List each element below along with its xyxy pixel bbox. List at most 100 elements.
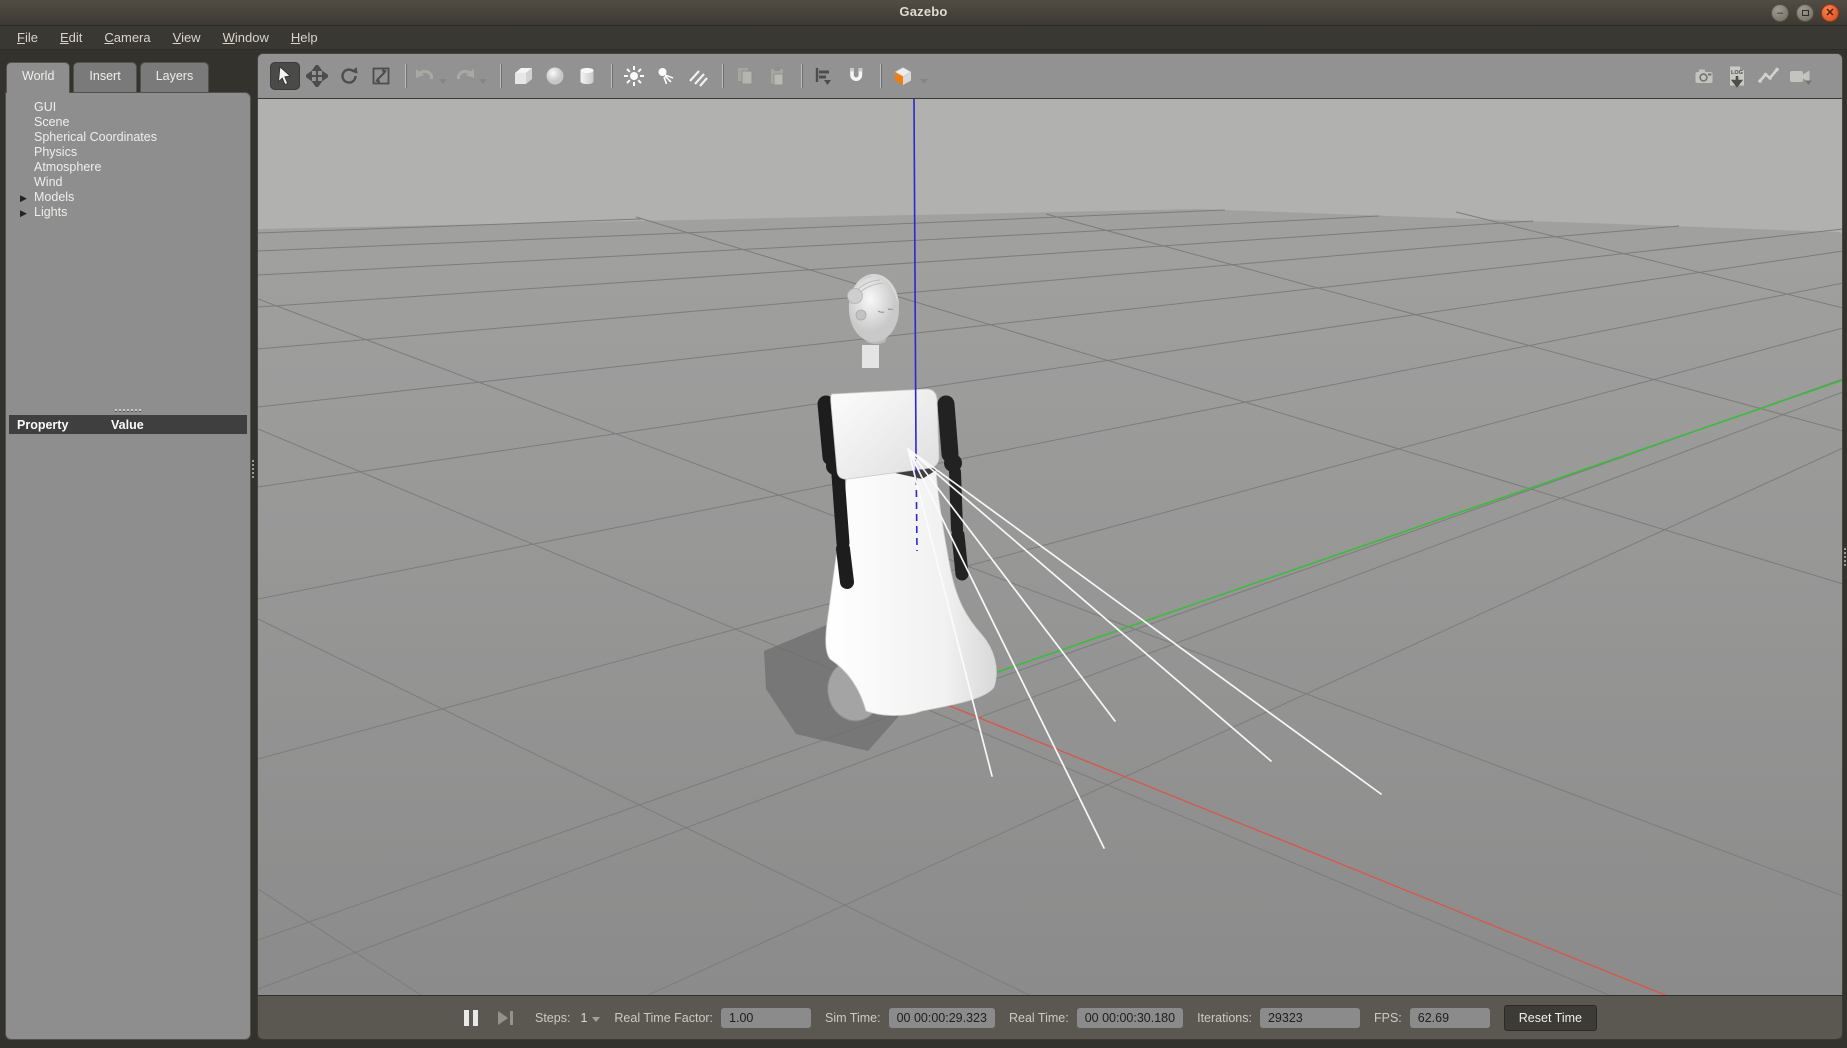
rtf-label: Real Time Factor: bbox=[614, 1011, 713, 1025]
gazebo-window: Gazebo – ✕ File Edit Camera View Window … bbox=[0, 0, 1847, 1048]
robot-chest bbox=[831, 389, 939, 479]
tab-insert[interactable]: Insert bbox=[73, 62, 136, 92]
select-icon bbox=[274, 65, 296, 87]
tree-item-models[interactable]: ▶Models bbox=[6, 190, 250, 205]
panel-splitter-handle[interactable] bbox=[6, 407, 250, 413]
tree-item-physics[interactable]: Physics bbox=[6, 145, 250, 160]
insert-cylinder-button[interactable] bbox=[572, 62, 602, 90]
steps-caret-icon[interactable] bbox=[592, 1017, 600, 1022]
menubar: File Edit Camera View Window Help bbox=[0, 26, 1847, 50]
box-icon bbox=[511, 64, 535, 88]
copy-icon bbox=[734, 65, 756, 87]
steps-value[interactable]: 1 bbox=[580, 1011, 587, 1025]
tree-item-spherical-coordinates[interactable]: Spherical Coordinates bbox=[6, 130, 250, 145]
value-column-header: Value bbox=[111, 418, 144, 432]
right-splitter-handle[interactable] bbox=[1843, 548, 1847, 566]
insert-box-button[interactable] bbox=[508, 62, 538, 90]
toolbar-separator bbox=[880, 64, 881, 88]
plot-button[interactable] bbox=[1754, 62, 1784, 90]
menu-edit[interactable]: Edit bbox=[49, 27, 93, 48]
paste-button[interactable] bbox=[762, 62, 792, 90]
tab-world[interactable]: World bbox=[6, 62, 70, 93]
reset-time-button[interactable]: Reset Time bbox=[1504, 1005, 1597, 1031]
expand-arrow-icon[interactable]: ▶ bbox=[20, 191, 27, 206]
plot-icon bbox=[1757, 65, 1781, 87]
snap-button[interactable] bbox=[841, 62, 871, 90]
toolbar-separator bbox=[801, 64, 802, 88]
world-tree-panel: GUI Scene Spherical Coordinates Physics … bbox=[5, 92, 251, 1040]
snap-icon bbox=[845, 65, 867, 87]
paste-icon bbox=[766, 65, 788, 87]
left-panel: World Insert Layers GUI Scene Spherical … bbox=[5, 50, 251, 1040]
render-canvas[interactable] bbox=[258, 99, 1843, 995]
menu-view[interactable]: View bbox=[162, 27, 212, 48]
toolbar-separator bbox=[611, 64, 612, 88]
property-table-header: Property Value bbox=[9, 415, 247, 434]
pause-button[interactable] bbox=[464, 1010, 478, 1026]
menu-window[interactable]: Window bbox=[212, 27, 280, 48]
spot-light-button[interactable] bbox=[651, 62, 681, 90]
iterations-value: 29323 bbox=[1260, 1008, 1360, 1028]
menu-help[interactable]: Help bbox=[280, 27, 329, 48]
view-angle-icon bbox=[891, 64, 915, 88]
titlebar[interactable]: Gazebo – ✕ bbox=[0, 0, 1847, 26]
translate-icon bbox=[306, 65, 328, 87]
minimize-button[interactable]: – bbox=[1771, 4, 1789, 22]
sim-time-label: Sim Time: bbox=[825, 1011, 881, 1025]
undo-history-caret-icon[interactable] bbox=[439, 79, 447, 84]
maximize-icon bbox=[1802, 10, 1809, 16]
tree-item-gui[interactable]: GUI bbox=[6, 100, 250, 115]
rtf-value: 1.00 bbox=[721, 1008, 811, 1028]
close-button[interactable]: ✕ bbox=[1821, 4, 1839, 22]
maximize-button[interactable] bbox=[1796, 4, 1814, 22]
step-button[interactable] bbox=[498, 1011, 513, 1025]
tree-item-wind[interactable]: Wind bbox=[6, 175, 250, 190]
spot-light-icon bbox=[655, 65, 677, 87]
log-record-icon: LOG bbox=[1725, 64, 1749, 88]
panel-tabs: World Insert Layers bbox=[6, 62, 212, 92]
redo-icon bbox=[454, 65, 476, 87]
ground-plane bbox=[258, 209, 1843, 995]
undo-button[interactable] bbox=[413, 62, 437, 90]
translate-tool-button[interactable] bbox=[302, 62, 332, 90]
rotate-icon bbox=[338, 65, 360, 87]
scale-tool-button[interactable] bbox=[366, 62, 396, 90]
tree-item-scene[interactable]: Scene bbox=[6, 115, 250, 130]
step-icon bbox=[498, 1011, 508, 1025]
view-angle-button[interactable] bbox=[888, 62, 918, 90]
select-tool-button[interactable] bbox=[270, 62, 300, 90]
point-light-icon bbox=[623, 65, 645, 87]
video-record-icon bbox=[1788, 65, 1814, 87]
point-light-button[interactable] bbox=[619, 62, 649, 90]
iterations-label: Iterations: bbox=[1197, 1011, 1252, 1025]
screenshot-icon bbox=[1693, 65, 1717, 87]
toolbar-separator bbox=[500, 64, 501, 88]
sim-time-value: 00 00:00:29.323 bbox=[889, 1008, 995, 1028]
copy-button[interactable] bbox=[730, 62, 760, 90]
video-record-button[interactable] bbox=[1786, 62, 1816, 90]
fps-value: 62.69 bbox=[1410, 1008, 1490, 1028]
tab-layers[interactable]: Layers bbox=[140, 62, 210, 92]
sphere-icon bbox=[543, 64, 567, 88]
redo-history-caret-icon[interactable] bbox=[479, 79, 487, 84]
screenshot-button[interactable] bbox=[1690, 62, 1720, 90]
menu-file[interactable]: File bbox=[6, 27, 49, 48]
property-column-header: Property bbox=[9, 418, 111, 432]
left-splitter-handle[interactable] bbox=[251, 460, 255, 478]
tree-item-atmosphere[interactable]: Atmosphere bbox=[6, 160, 250, 175]
tree-item-lights[interactable]: ▶Lights bbox=[6, 205, 250, 220]
menu-camera[interactable]: Camera bbox=[93, 27, 161, 48]
insert-sphere-button[interactable] bbox=[540, 62, 570, 90]
real-time-label: Real Time: bbox=[1009, 1011, 1069, 1025]
window-title: Gazebo bbox=[0, 4, 1847, 19]
redo-button[interactable] bbox=[453, 62, 477, 90]
view-angle-caret-icon[interactable] bbox=[920, 79, 928, 84]
scale-icon bbox=[370, 65, 392, 87]
expand-arrow-icon[interactable]: ▶ bbox=[20, 206, 27, 221]
pause-icon bbox=[473, 1010, 478, 1026]
align-button[interactable] bbox=[809, 62, 839, 90]
directional-light-button[interactable] bbox=[683, 62, 713, 90]
scene-svg bbox=[258, 99, 1843, 995]
log-record-button[interactable]: LOG bbox=[1722, 62, 1752, 90]
rotate-tool-button[interactable] bbox=[334, 62, 364, 90]
